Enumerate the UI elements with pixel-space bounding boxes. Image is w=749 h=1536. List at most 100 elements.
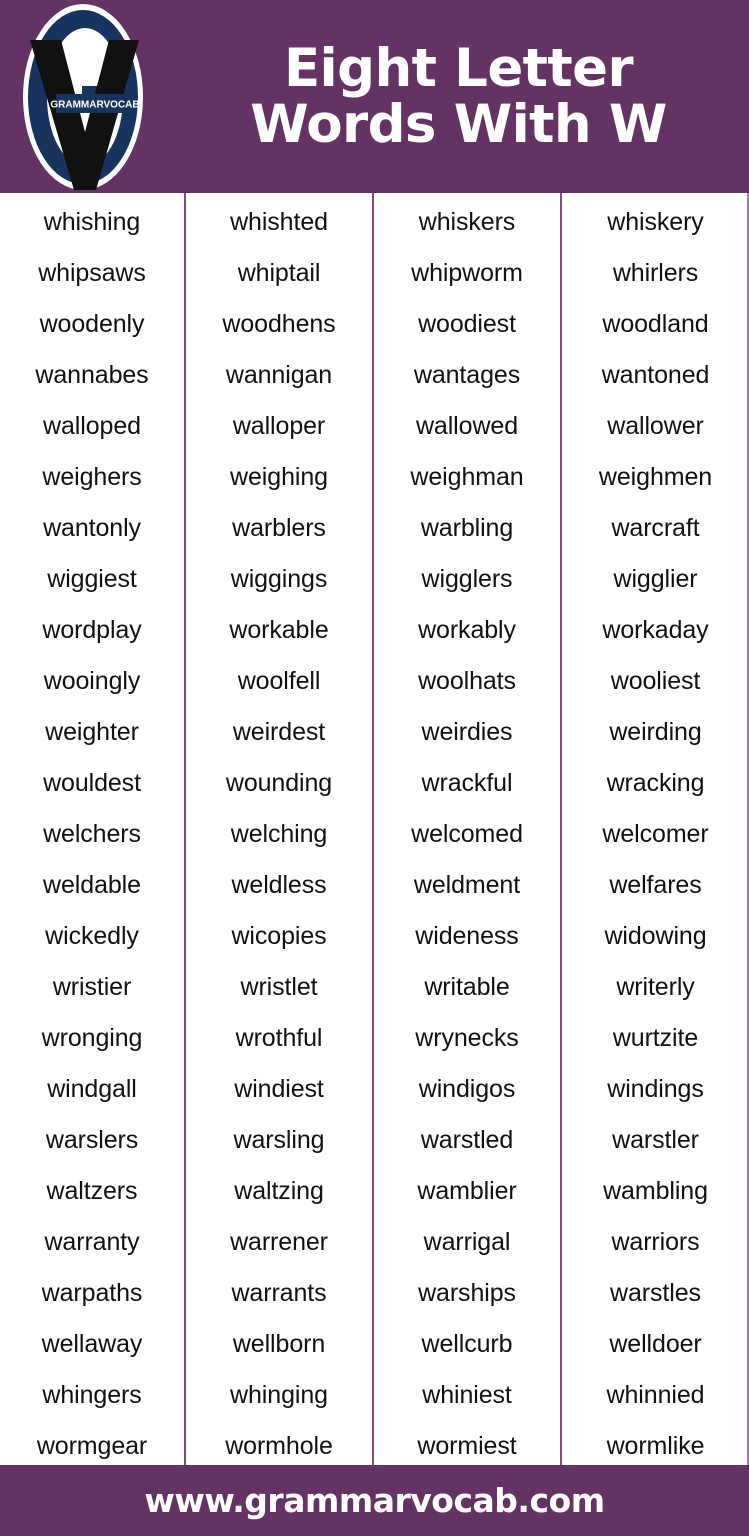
word-item: wordplay [42, 616, 142, 644]
word-item: weirding [609, 718, 702, 746]
word-item: weldment [413, 871, 521, 899]
word-item: welfares [609, 871, 702, 899]
word-item: wrothful [235, 1024, 323, 1052]
word-list-area: whishing whipsaws woodenly wannabes walloped… [0, 193, 749, 1465]
word-item: wallowed [415, 412, 519, 440]
word-item: wristier [52, 973, 132, 1001]
word-item: writerly [616, 973, 695, 1001]
word-item: whinging [230, 1381, 328, 1409]
word-item: warrigal [423, 1228, 511, 1256]
word-item: wigglier [613, 565, 698, 593]
word-item: warstled [420, 1126, 514, 1154]
word-item: wormiest [417, 1432, 517, 1460]
word-item: wantages [413, 361, 521, 389]
word-item: windgall [47, 1075, 137, 1103]
word-item: wideness [415, 922, 519, 950]
word-item: whishing [43, 208, 141, 236]
word-item: whipsaws [38, 259, 146, 287]
word-item: wambling [603, 1177, 708, 1205]
word-item: whinnied [606, 1381, 705, 1409]
word-item: woodenly [39, 310, 145, 338]
word-item: warcraft [611, 514, 700, 542]
word-item: weirdest [232, 718, 326, 746]
word-item: weighter [45, 718, 139, 746]
word-item: writable [424, 973, 510, 1001]
page-title-line-2: Words With W [250, 93, 667, 155]
logo-badge-text: GRAMMARVOCAB [50, 100, 139, 111]
word-list-infographic: GRAMMARVOCAB Eight Letter Words With W w… [0, 0, 749, 1536]
word-item: wellcurb [421, 1330, 513, 1358]
word-item: whingers [42, 1381, 142, 1409]
word-item: whirlers [612, 259, 699, 287]
word-item: wristlet [240, 973, 318, 1001]
word-item: wickedly [45, 922, 139, 950]
word-column-3: whiskers whipworm woodiest wantages wallowed… [374, 193, 562, 1465]
word-item: wigglers [421, 565, 513, 593]
word-item: waltzers [46, 1177, 138, 1205]
word-item: weighman [410, 463, 524, 491]
word-item: walloper [232, 412, 326, 440]
word-item: wiggiest [47, 565, 137, 593]
word-item: warrener [230, 1228, 328, 1256]
word-item: welchers [43, 820, 141, 848]
word-item: welcomer [602, 820, 709, 848]
word-item: wormgear [36, 1432, 148, 1460]
word-item: welching [230, 820, 328, 848]
word-item: woolhats [418, 667, 516, 695]
word-item: workable [229, 616, 329, 644]
word-item: whiskery [607, 208, 704, 236]
word-item: waltzing [234, 1177, 324, 1205]
word-item: windigos [418, 1075, 516, 1103]
word-item: workably [418, 616, 516, 644]
page-title-line-1: Eight Letter [283, 38, 634, 100]
word-item: warstler [612, 1126, 699, 1154]
word-item: windings [607, 1075, 704, 1103]
word-item: weirdies [421, 718, 513, 746]
word-item: wantoned [601, 361, 710, 389]
word-item: welcomed [411, 820, 523, 848]
word-item: wounding [225, 769, 333, 797]
grammarvocab-logo: GRAMMARVOCAB [8, 2, 158, 192]
word-item: warpaths [41, 1279, 143, 1307]
word-item: wallower [607, 412, 704, 440]
footer-banner: www.grammarvocab.com [0, 1465, 749, 1536]
word-column-4: whiskery whirlers woodland wantoned wallower… [562, 193, 747, 1465]
word-item: woodiest [418, 310, 516, 338]
word-item: wannabes [35, 361, 149, 389]
word-item: weighers [42, 463, 142, 491]
word-item: wantonly [43, 514, 141, 542]
word-item: wronging [41, 1024, 143, 1052]
word-item: wurtzite [612, 1024, 699, 1052]
page-title: Eight Letter Words With W [168, 0, 749, 193]
word-item: warstles [610, 1279, 701, 1307]
word-item: whishted [230, 208, 328, 236]
word-item: warslers [45, 1126, 139, 1154]
word-item: whiskers [418, 208, 516, 236]
word-item: wellborn [232, 1330, 326, 1358]
word-grid: whishing whipsaws woodenly wannabes walloped… [0, 193, 747, 1465]
word-column-1: whishing whipsaws woodenly wannabes walloped… [0, 193, 186, 1465]
word-item: weldless [231, 871, 327, 899]
word-item: warships [418, 1279, 516, 1307]
word-item: weighing [230, 463, 328, 491]
word-item: woolfell [237, 667, 321, 695]
word-item: wicopies [231, 922, 327, 950]
word-item: warriors [611, 1228, 700, 1256]
word-item: widowing [604, 922, 707, 950]
word-item: warbling [420, 514, 514, 542]
word-item: wooingly [43, 667, 141, 695]
word-item: wiggings [230, 565, 328, 593]
word-item: wracking [606, 769, 705, 797]
word-item: welldoer [609, 1330, 702, 1358]
word-item: wooliest [610, 667, 701, 695]
word-item: weighmen [598, 463, 713, 491]
word-item: wrynecks [415, 1024, 519, 1052]
word-item: wormlike [606, 1432, 705, 1460]
word-item: wouldest [43, 769, 141, 797]
word-item: wormhole [225, 1432, 333, 1460]
word-item: walloped [43, 412, 141, 440]
word-item: workaday [602, 616, 709, 644]
word-item: whiniest [422, 1381, 512, 1409]
word-item: woodhens [222, 310, 336, 338]
word-item: weldable [43, 871, 141, 899]
